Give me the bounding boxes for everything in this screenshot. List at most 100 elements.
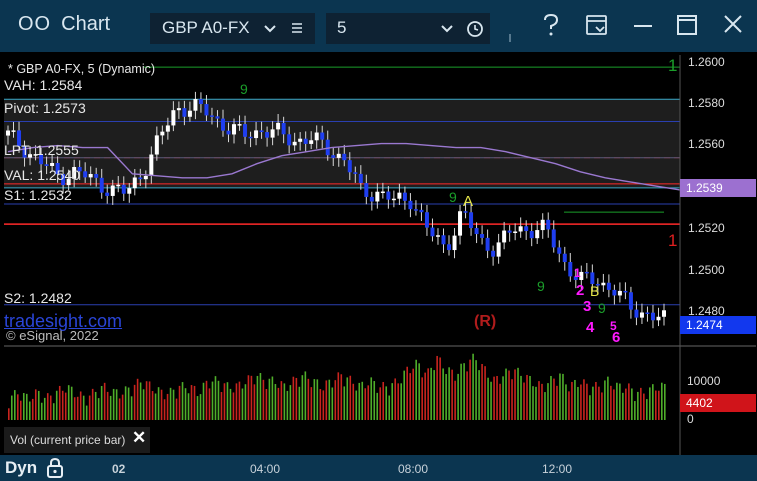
candle-body (474, 228, 479, 235)
volume-study-label[interactable]: Vol (current price bar) ✕ (4, 427, 150, 453)
volume-bar (523, 382, 525, 420)
chart-area[interactable]: * GBP A0-FX, 5 (Dynamic) VAH: 1.2584 Piv… (4, 55, 756, 455)
volume-bar (184, 388, 187, 420)
volume-bar (367, 385, 370, 420)
volume-bar (259, 373, 262, 420)
minimize-icon[interactable] (630, 11, 656, 39)
candle-body (496, 242, 501, 257)
green-count-9b: 9 (449, 189, 457, 205)
list-menu-icon[interactable] (290, 16, 304, 40)
candle-body (215, 116, 220, 119)
volume-bar (166, 393, 169, 420)
volume-bar (253, 384, 256, 420)
volume-bar (124, 386, 127, 420)
volume-bar (265, 388, 268, 420)
maximize-icon[interactable] (674, 11, 700, 39)
volume-bar (205, 380, 208, 420)
volume-bar (337, 372, 340, 420)
candle-body (342, 153, 347, 161)
clock-icon[interactable] (466, 17, 484, 41)
volume-bar (52, 403, 55, 420)
volume-bar (22, 393, 25, 420)
volume-bar (622, 392, 624, 420)
candle-body (419, 209, 424, 213)
candle-body (165, 125, 170, 132)
volume-bar (637, 391, 639, 420)
volume-bar (349, 375, 352, 420)
candle-body (435, 235, 440, 237)
help-icon[interactable] (540, 11, 562, 39)
volume-bar (409, 373, 411, 420)
volume-bar (520, 375, 522, 420)
candle-body (105, 192, 110, 196)
candle-body (265, 132, 270, 138)
price-chart[interactable] (4, 55, 756, 455)
chevron-down-icon[interactable] (262, 16, 278, 40)
candle-body (259, 130, 264, 133)
interval-selector[interactable]: 5 (326, 13, 490, 44)
volume-bar (268, 378, 271, 420)
symbol-selector[interactable]: GBP A0-FX (150, 13, 315, 44)
price-tick-5: 1.2520 (688, 221, 725, 235)
green-count-9d: 9 (598, 300, 606, 316)
volume-bar (661, 382, 663, 420)
link-icon[interactable] (507, 22, 521, 46)
close-icon[interactable]: ✕ (132, 428, 146, 448)
volume-bar (283, 383, 286, 420)
volume-bar (238, 381, 241, 420)
candle-body (645, 312, 650, 314)
volume-bar (466, 371, 468, 420)
volume-bar (271, 376, 274, 420)
volume-bar (571, 381, 573, 420)
volume-bar (199, 394, 202, 420)
volume-bar (109, 395, 112, 420)
dynamic-mode-button[interactable]: Dyn (5, 458, 37, 478)
volume-bar (607, 376, 609, 420)
volume-bar (301, 375, 304, 420)
annotation-r: (R) (474, 313, 497, 330)
level-right-label-2: 1 (668, 231, 678, 250)
candle-body (540, 219, 545, 231)
price-tick-3: 1.2560 (688, 137, 725, 151)
volume-bar (379, 387, 382, 420)
close-icon[interactable] (720, 11, 746, 39)
app-icon: OO (18, 13, 52, 35)
volume-bar (88, 395, 91, 420)
template-icon[interactable] (584, 11, 610, 39)
volume-bar (601, 392, 603, 420)
candle-body (568, 262, 573, 277)
volume-bar (58, 385, 61, 420)
volume-bar (511, 379, 513, 420)
candle-body (380, 191, 385, 194)
volume-bar (553, 378, 555, 420)
lock-icon[interactable] (45, 457, 65, 479)
candle-body (408, 200, 413, 210)
volume-bar (445, 374, 447, 420)
candle-body (518, 226, 523, 232)
volume-bar (340, 374, 343, 420)
volume-bar (613, 389, 615, 420)
candle-body (83, 171, 88, 178)
volume-bar (319, 389, 322, 420)
candle-body (237, 124, 242, 126)
volume-bar (331, 387, 334, 420)
candle-body (314, 132, 319, 141)
volume-bar (280, 381, 283, 420)
candle-body (143, 175, 148, 180)
candle-body (298, 138, 303, 142)
candle-body (309, 140, 314, 144)
volume-bar (595, 381, 597, 420)
volume-bar (583, 379, 585, 420)
chevron-down-icon[interactable] (439, 16, 455, 40)
volume-bar (100, 386, 103, 420)
volume-bar (382, 381, 385, 420)
volume-bar (241, 388, 244, 420)
volume-bar (430, 367, 432, 420)
volume-bar (187, 393, 190, 420)
volume-label-text: Vol (current price bar) (10, 433, 126, 447)
time-label-0800: 08:00 (398, 462, 429, 476)
candle-body (650, 312, 655, 321)
volume-bar (535, 386, 537, 420)
volume-bar (103, 382, 106, 420)
candle-body (562, 253, 567, 263)
